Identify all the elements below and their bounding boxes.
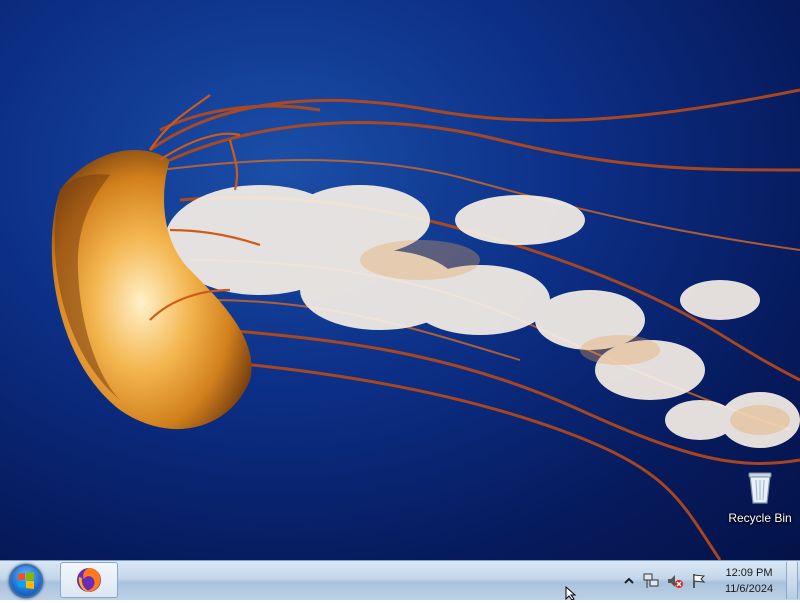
start-button[interactable] [4,562,48,600]
action-center-flag-icon[interactable] [690,572,708,590]
taskbar-firefox-button[interactable] [60,562,118,598]
recycle-bin-shortcut[interactable]: Recycle Bin [724,470,796,525]
mouse-cursor-icon [565,586,577,600]
jellyfish-wallpaper [51,88,800,560]
network-icon[interactable] [642,572,660,590]
recycle-bin-icon [748,472,772,504]
show-desktop-button[interactable] [786,562,798,599]
firefox-icon [77,568,101,592]
recycle-bin-label: Recycle Bin [728,511,792,525]
show-hidden-icons-chevron[interactable] [620,572,638,590]
clock-date: 11/6/2024 [724,583,774,595]
windows-logo-icon [9,564,43,598]
clock-time: 12:09 PM [725,567,773,579]
desktop[interactable]: Recycle Bin [0,0,800,560]
volume-muted-icon[interactable] [666,572,684,590]
clock[interactable]: 12:09 PM 11/6/2024 [716,565,782,597]
taskbar: 12:09 PM 11/6/2024 [0,560,800,600]
